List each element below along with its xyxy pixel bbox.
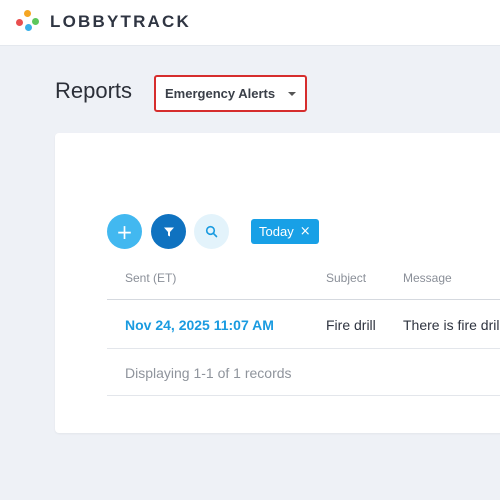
column-header-message[interactable]: Message xyxy=(403,271,452,285)
logo-dot xyxy=(16,19,23,26)
filter-icon xyxy=(163,227,174,236)
report-type-label: Emergency Alerts xyxy=(165,86,276,101)
filter-chip-today[interactable]: Today × xyxy=(251,219,319,244)
top-bar: LOBBYTRACK xyxy=(0,0,500,46)
search-button[interactable] xyxy=(194,214,229,249)
column-header-subject[interactable]: Subject xyxy=(326,271,366,285)
row-divider xyxy=(107,348,500,349)
close-icon[interactable]: × xyxy=(300,224,311,239)
filter-button[interactable] xyxy=(151,214,186,249)
row-sent-link[interactable]: Nov 24, 2025 11:07 AM xyxy=(125,317,274,333)
plus-icon: + xyxy=(116,219,133,244)
logo-dot xyxy=(32,18,39,25)
column-header-sent[interactable]: Sent (ET) xyxy=(125,271,176,285)
footer-divider xyxy=(107,395,500,396)
logo-dot xyxy=(25,24,32,31)
row-subject: Fire drill xyxy=(326,317,376,333)
add-button[interactable]: + xyxy=(107,214,142,249)
logo-dot xyxy=(24,10,31,17)
page-title: Reports xyxy=(55,78,133,103)
search-icon xyxy=(205,225,218,238)
report-type-dropdown[interactable]: Emergency Alerts xyxy=(154,75,307,112)
row-message: There is fire drill xyxy=(403,317,500,333)
filter-chip-label: Today xyxy=(259,224,294,239)
chevron-down-icon xyxy=(288,92,296,96)
lobbytrack-logo-icon[interactable] xyxy=(16,10,39,32)
records-count: Displaying 1-1 of 1 records xyxy=(125,365,292,381)
header-divider xyxy=(107,299,500,300)
brand-name[interactable]: LOBBYTRACK xyxy=(50,12,191,32)
